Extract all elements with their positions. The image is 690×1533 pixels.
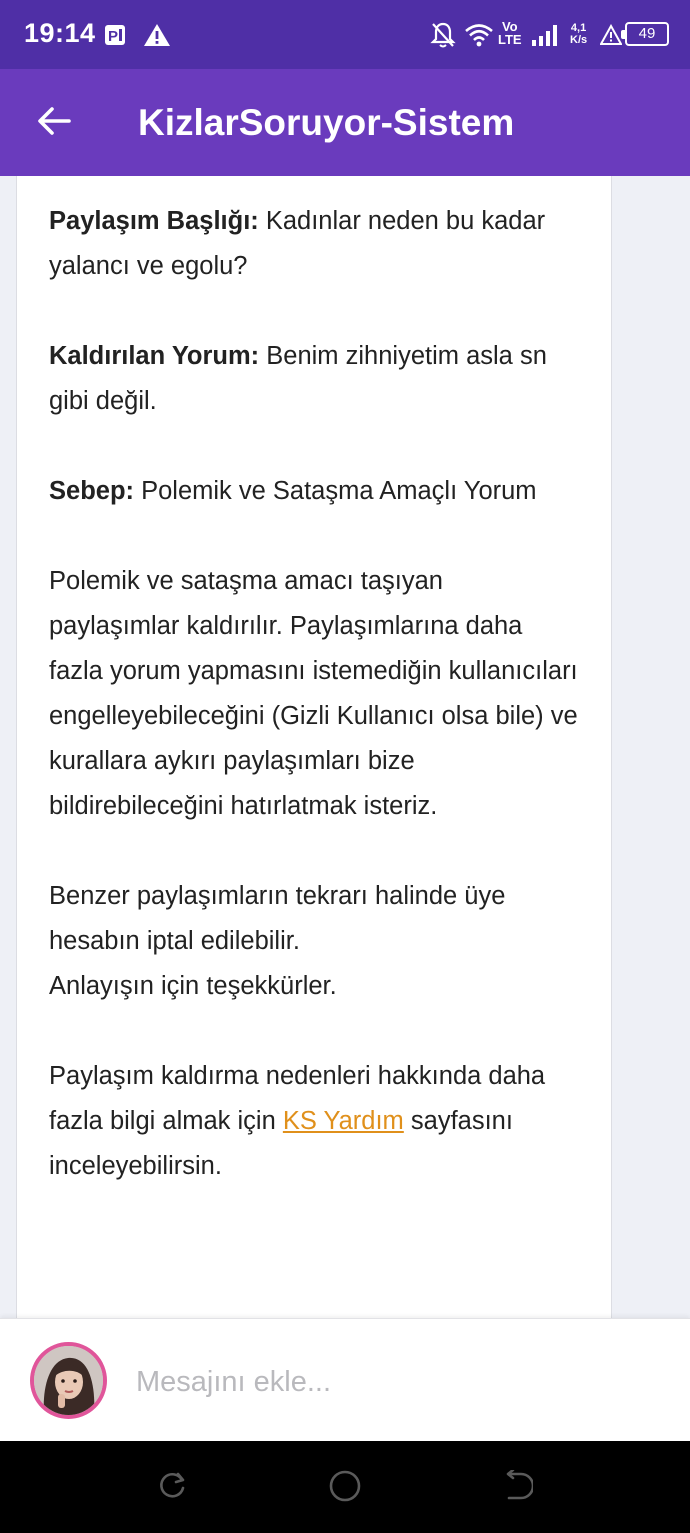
home-icon (328, 1469, 362, 1508)
battery-icon: 49 (621, 22, 669, 46)
help-text: Paylaşım kaldırma nedenleri hakkında dah… (49, 1054, 579, 1189)
reason-line: Sebep: Polemik ve Sataşma Amaçlı Yorum (49, 469, 579, 514)
svg-text:P: P (108, 28, 118, 45)
explanation-text: Polemik ve sataşma amacı taşıyan paylaşı… (49, 567, 578, 820)
back-icon (501, 1468, 535, 1507)
post-title-label: Paylaşım Başlığı: (49, 207, 259, 235)
recent-apps-button[interactable] (152, 1468, 192, 1508)
signal-icon (530, 20, 560, 50)
user-avatar[interactable] (30, 1342, 107, 1419)
removed-comment-label: Kaldırılan Yorum: (49, 342, 260, 370)
recent-apps-icon (156, 1470, 188, 1507)
warning-text: Benzer paylaşımların tekrarı halinde üye… (49, 882, 506, 955)
app-bar: KizlarSoruyor-Sistem (0, 69, 690, 176)
message-input-bar (0, 1318, 690, 1441)
parking-notification-icon: P (103, 20, 129, 50)
ks-help-link[interactable]: KS Yardım (283, 1107, 404, 1135)
message-card: Paylaşım Başlığı: Kadınlar neden bu kada… (16, 176, 612, 1318)
nav-back-button[interactable] (497, 1468, 537, 1508)
page-title: KizlarSoruyor-Sistem (138, 102, 515, 143)
post-title-line: Paylaşım Başlığı: Kadınlar neden bu kada… (49, 199, 579, 289)
status-bar: 19:14 P Vo LTE 4,1 K/s 49 (0, 0, 690, 69)
home-button[interactable] (325, 1468, 365, 1508)
message-scroll-area[interactable]: Paylaşım Başlığı: Kadınlar neden bu kada… (0, 176, 690, 1318)
reason-label: Sebep: (49, 477, 135, 505)
warning-icon (143, 20, 171, 50)
message-body: Paylaşım Başlığı: Kadınlar neden bu kada… (49, 199, 579, 1189)
thanks-text: Anlayışın için teşekkürler. (49, 972, 337, 1000)
arrow-back-icon (37, 106, 71, 141)
volte-icon: Vo LTE (498, 19, 522, 47)
reason-value: Polemik ve Sataşma Amaçlı Yorum (134, 477, 537, 505)
message-input[interactable] (136, 1357, 656, 1407)
back-button[interactable] (30, 99, 78, 147)
alert-icon (600, 20, 622, 50)
removed-comment-line: Kaldırılan Yorum: Benim zihniyetim asla … (49, 334, 579, 424)
data-speed: 4,1 K/s (570, 22, 588, 46)
wifi-icon (464, 20, 494, 50)
status-time: 19:14 (24, 18, 96, 48)
system-nav-bar (0, 1441, 690, 1533)
notifications-off-icon (430, 20, 456, 50)
